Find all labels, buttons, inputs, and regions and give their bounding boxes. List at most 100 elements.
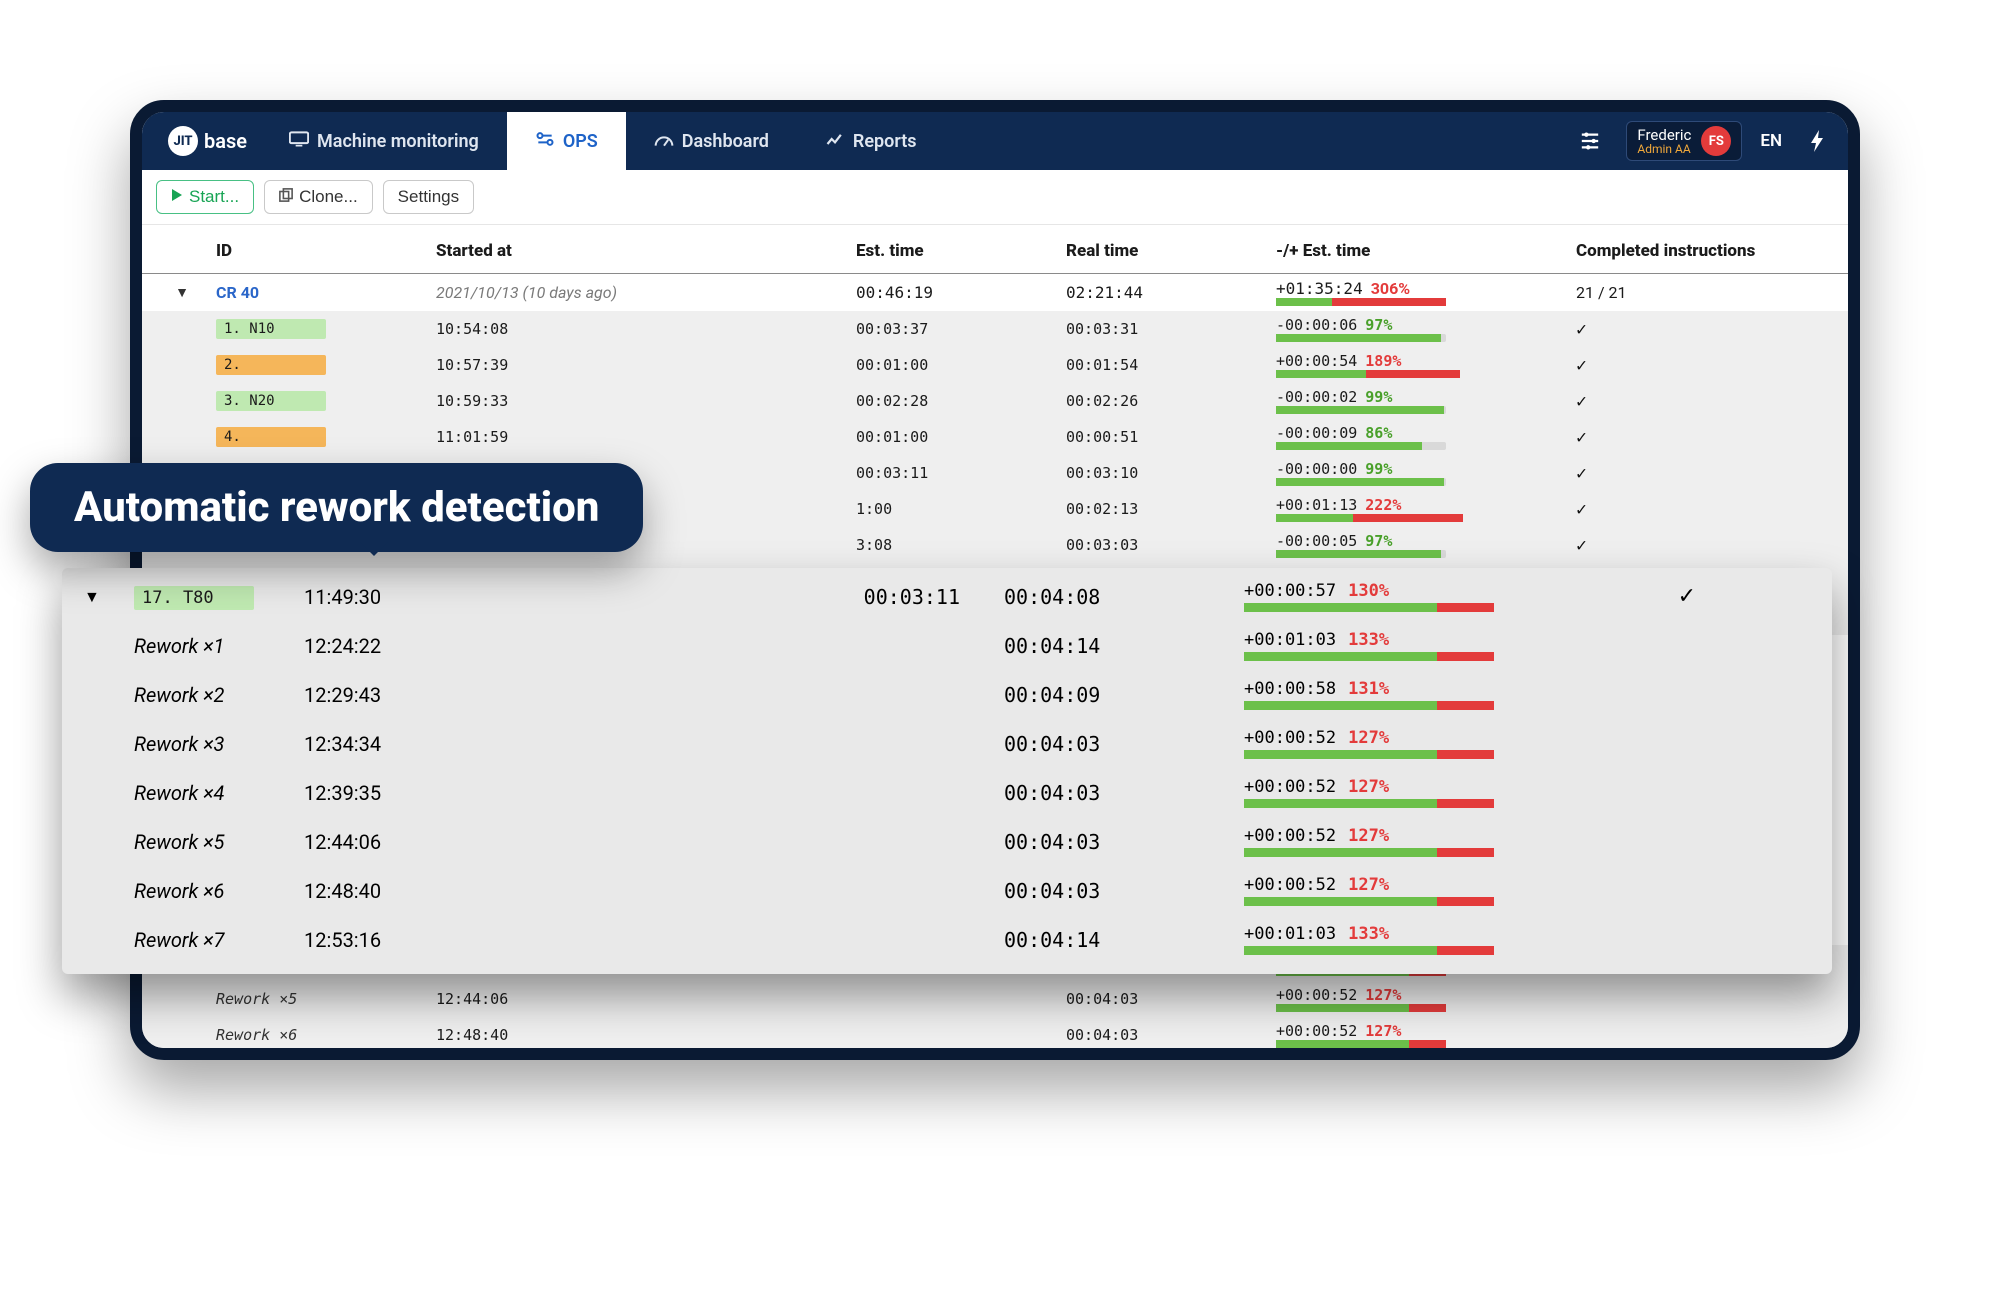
row-real: 00:03:10 <box>1062 461 1272 485</box>
row-delta: +00:01:13 222% <box>1276 496 1568 514</box>
row-delta: -00:00:06 97% <box>1276 316 1568 334</box>
language-switch[interactable]: EN <box>1760 131 1782 151</box>
overlay-head-row[interactable]: ▼ 17. T80 11:49:30 00:03:11 00:04:08 +00… <box>62 572 1832 621</box>
rework-row: Rework ×5 12:44:06 00:04:03 +00:00:52127… <box>142 981 1848 1017</box>
row-started: 12:53:16 <box>432 1059 852 1060</box>
caret-icon[interactable] <box>152 398 212 404</box>
summary-id[interactable]: CR 40 <box>216 283 259 302</box>
table-row[interactable]: 1. N10 10:54:08 00:03:37 00:03:31 -00:00… <box>142 311 1848 347</box>
user-menu[interactable]: Frederic Admin AA FS <box>1626 121 1742 161</box>
logo-badge: JIT <box>168 126 198 156</box>
clone-icon <box>279 187 293 207</box>
start-button[interactable]: Start... <box>156 180 254 214</box>
rework-label: Rework ×7 <box>212 1059 432 1060</box>
top-navbar: JIT base Machine monitoring OPS Dashbo <box>142 112 1848 170</box>
table-row[interactable]: 2. 10:57:39 00:01:00 00:01:54 +00:00:54 … <box>142 347 1848 383</box>
rework-overlay: ▼ 17. T80 11:49:30 00:03:11 00:04:08 +00… <box>62 568 1832 974</box>
rework-label: Rework ×4 <box>130 778 300 808</box>
ops-icon <box>535 130 555 153</box>
row-delta: +00:00:52127% <box>1244 875 1616 906</box>
caret-icon[interactable]: ▼ <box>80 584 130 610</box>
row-est: 3:08 <box>852 533 1062 557</box>
caret-icon[interactable]: ▼ <box>152 281 212 304</box>
check-icon: ✓ <box>1572 532 1792 559</box>
toolbar: Start... Clone... Settings <box>142 170 1848 225</box>
caret-icon[interactable] <box>152 362 212 368</box>
rework-label: Rework ×1 <box>130 631 300 661</box>
summary-real: 02:21:44 <box>1062 280 1272 305</box>
settings-button[interactable]: Settings <box>383 180 474 214</box>
overlay-head-real: 00:04:08 <box>1000 582 1240 612</box>
clone-button[interactable]: Clone... <box>264 180 373 214</box>
feature-callout: Automatic rework detection <box>30 463 643 552</box>
clone-label: Clone... <box>299 187 358 207</box>
brand-name: base <box>204 129 247 153</box>
row-real: 00:04:03 <box>1000 827 1240 857</box>
rework-row: Rework ×7 12:53:16 00:04:14 +00:01:03133… <box>62 915 1832 964</box>
user-role: Admin AA <box>1637 143 1691 155</box>
row-delta: +00:01:03133% <box>1244 924 1616 955</box>
row-delta: +00:01:03133% <box>1276 1058 1568 1060</box>
col-real: Real time <box>1062 239 1272 263</box>
row-id: 3. N20 <box>216 391 326 411</box>
row-real: 00:04:09 <box>1000 680 1240 710</box>
overlay-head-id: 17. T80 <box>134 586 254 610</box>
rework-label: Rework ×6 <box>212 1023 432 1047</box>
summary-completed: 21 / 21 <box>1572 280 1792 305</box>
row-real: 00:02:13 <box>1062 497 1272 521</box>
row-id: 2. <box>216 355 326 375</box>
row-est: 00:01:00 <box>852 425 1062 449</box>
nav-tab-ops[interactable]: OPS <box>507 112 626 170</box>
row-delta: +00:00:52127% <box>1276 1022 1568 1040</box>
rework-label: Rework ×3 <box>130 729 300 759</box>
col-completed: Completed instructions <box>1572 239 1792 263</box>
rework-row: Rework ×6 12:48:40 00:04:03 +00:00:52127… <box>142 1017 1848 1053</box>
check-icon: ✓ <box>1572 496 1792 523</box>
table-row[interactable]: 3. N20 10:59:33 00:02:28 00:02:26 -00:00… <box>142 383 1848 419</box>
nav-tabs: Machine monitoring OPS Dashboard Reports <box>261 112 1572 170</box>
check-icon: ✓ <box>1620 581 1700 612</box>
row-real: 00:04:03 <box>1000 729 1240 759</box>
nav-tab-label: Reports <box>853 131 917 152</box>
row-started: 12:34:34 <box>300 729 500 759</box>
table-row[interactable]: 4. 11:01:59 00:01:00 00:00:51 -00:00:09 … <box>142 419 1848 455</box>
check-icon: ✓ <box>1572 316 1792 343</box>
rework-label: Rework ×6 <box>130 876 300 906</box>
row-est: 00:03:11 <box>852 461 1062 485</box>
rework-row: Rework ×2 12:29:43 00:04:09 +00:00:58131… <box>62 670 1832 719</box>
row-real: 00:03:03 <box>1062 533 1272 557</box>
row-started: 11:01:59 <box>432 425 852 449</box>
summary-row[interactable]: ▼ CR 40 2021/10/13 (10 days ago) 00:46:1… <box>142 274 1848 311</box>
check-icon: ✓ <box>1572 460 1792 487</box>
rework-row: Rework ×5 12:44:06 00:04:03 +00:00:52127… <box>62 817 1832 866</box>
nav-tab-label: Machine monitoring <box>317 131 479 152</box>
filters-icon[interactable] <box>1572 123 1608 159</box>
nav-tab-machine-monitoring[interactable]: Machine monitoring <box>261 112 507 170</box>
row-started: 12:44:06 <box>300 827 500 857</box>
brand-logo: JIT base <box>154 126 261 156</box>
row-est: 00:01:00 <box>852 353 1062 377</box>
nav-tab-dashboard[interactable]: Dashboard <box>626 112 797 170</box>
row-started: 10:54:08 <box>432 317 852 341</box>
col-delta: -/+ Est. time <box>1272 239 1572 263</box>
row-real: 00:04:03 <box>1000 876 1240 906</box>
row-started: 12:44:06 <box>432 987 852 1011</box>
row-delta: +00:00:52127% <box>1244 728 1616 759</box>
start-label: Start... <box>189 187 239 207</box>
row-delta: -00:00:02 99% <box>1276 388 1568 406</box>
col-id: ID <box>212 239 432 263</box>
row-est: 00:02:28 <box>852 389 1062 413</box>
nav-tab-reports[interactable]: Reports <box>797 112 945 170</box>
bolt-icon[interactable] <box>1800 123 1836 159</box>
play-icon <box>171 187 183 207</box>
row-delta: +00:00:52127% <box>1244 826 1616 857</box>
row-delta: +00:00:52127% <box>1244 777 1616 808</box>
row-delta: -00:00:09 86% <box>1276 424 1568 442</box>
dashboard-icon <box>654 130 674 153</box>
rework-label: Rework ×2 <box>130 680 300 710</box>
caret-icon[interactable] <box>152 326 212 332</box>
row-delta: -00:00:05 97% <box>1276 532 1568 550</box>
caret-icon[interactable] <box>152 434 212 440</box>
rework-row: Rework ×1 12:24:22 00:04:14 +00:01:03133… <box>62 621 1832 670</box>
col-started: Started at <box>432 239 852 263</box>
